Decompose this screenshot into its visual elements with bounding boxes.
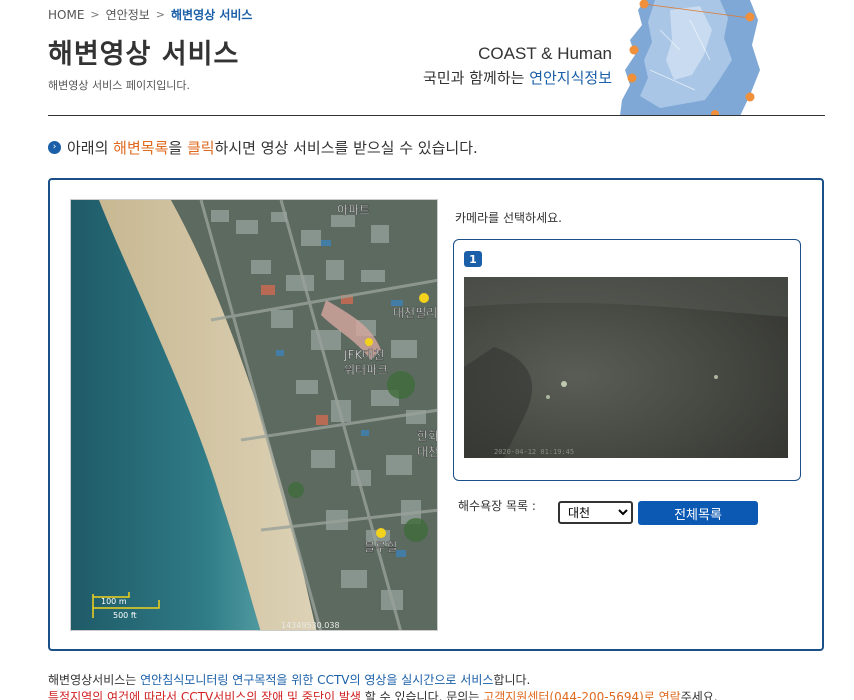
breadcrumb-separator: > <box>155 8 166 21</box>
beach-select[interactable]: 대천 <box>558 501 633 524</box>
footer-contact: 고객지원센터(044-200-5694)로 연락 <box>483 690 681 700</box>
map-scale-m: 100 m <box>101 597 127 606</box>
camera-select-prompt: 카메라를 선택하세요. <box>455 211 562 225</box>
camera-timestamp: 2020-04-12 01:19:45 <box>494 448 574 456</box>
breadcrumb-separator: > <box>90 8 100 21</box>
footer-text: 주세요. <box>680 690 718 700</box>
notice-part: 하시면 영상 서비스를 받으실 수 있습니다. <box>214 139 478 157</box>
full-list-button[interactable]: 전체목록 <box>638 501 758 525</box>
notice-highlight-click: 클릭 <box>186 139 215 157</box>
footer-warning: 특정지역의 여건에 따라서 CCTV서비스의 장애 및 중단이 발생 <box>48 690 361 700</box>
map-label-jfk-line1: JFK대천 <box>343 347 384 362</box>
map-coordinates: 14349530.038 <box>281 621 340 630</box>
map-label-apt: 아파트 <box>337 203 370 217</box>
map-label-hanwha-line1: 한화 <box>417 429 438 443</box>
map-scale-ft: 500 ft <box>113 611 137 620</box>
brand-korean-prefix: 국민과 함께하는 <box>423 69 530 87</box>
camera-number-badge[interactable]: 1 <box>464 251 482 267</box>
breadcrumb-home-link[interactable]: HOME <box>48 8 84 22</box>
map-label-daecheon-pil: 대천필리 <box>393 305 437 320</box>
chevron-right-icon: › <box>48 141 61 154</box>
brand-block: COAST & Human 국민과 함께하는 연안지식정보 <box>390 44 612 88</box>
header-divider <box>48 115 825 116</box>
footer-note-line1: 해변영상서비스는 연안침식모니터링 연구목적을 위한 CCTV의 영상을 실시간… <box>48 671 530 688</box>
footer-text: 해변영상서비스는 <box>48 673 141 687</box>
breadcrumb-level1-link[interactable]: 연안정보 <box>106 6 150 23</box>
page-description: 해변영상 서비스 페이지입니다. <box>48 79 191 92</box>
breadcrumb-current: 해변영상 서비스 <box>171 8 253 22</box>
footer-text: 할 수 있습니다. 문의는 <box>360 690 484 700</box>
notice-part: 을 <box>168 139 187 157</box>
satellite-map[interactable]: 아파트 대천필리 JFK대천 워터파크 한화 대천 블루힐 100 m 500 … <box>70 199 438 631</box>
map-label-blue-hill: 블루힐 <box>364 540 397 554</box>
brand-english: COAST & Human <box>478 44 612 63</box>
breadcrumb: HOME > 연안정보 > 해변영상 서비스 <box>48 6 252 23</box>
notice-part: 아래의 <box>67 139 114 157</box>
notice-text: › 아래의 해변목록을 클릭하시면 영상 서비스를 받으실 수 있습니다. <box>48 137 478 158</box>
map-label-hanwha-line2: 대천 <box>417 444 438 459</box>
korea-map-illustration <box>600 0 780 116</box>
footer-note-line2: 특정지역의 여건에 따라서 CCTV서비스의 장애 및 중단이 발생 할 수 있… <box>48 688 718 700</box>
footer-highlight: 연안침식모니터링 연구목적을 위한 CCTV의 영상을 실시간으로 서비스 <box>140 673 494 687</box>
brand-korean: 국민과 함께하는 연안지식정보 <box>390 67 612 88</box>
camera-video-feed[interactable]: 2020-04-12 01:19:45 <box>464 277 788 458</box>
notice-highlight-beach-list: 해변목록 <box>113 139 169 157</box>
brand-korean-highlight: 연안지식정보 <box>529 69 612 87</box>
map-label-jfk-line2: 워터파크 <box>344 363 388 377</box>
footer-text: 합니다. <box>493 673 531 687</box>
beach-list-label: 해수욕장 목록 : <box>458 499 536 513</box>
page-title: 해변영상 서비스 <box>48 39 240 70</box>
